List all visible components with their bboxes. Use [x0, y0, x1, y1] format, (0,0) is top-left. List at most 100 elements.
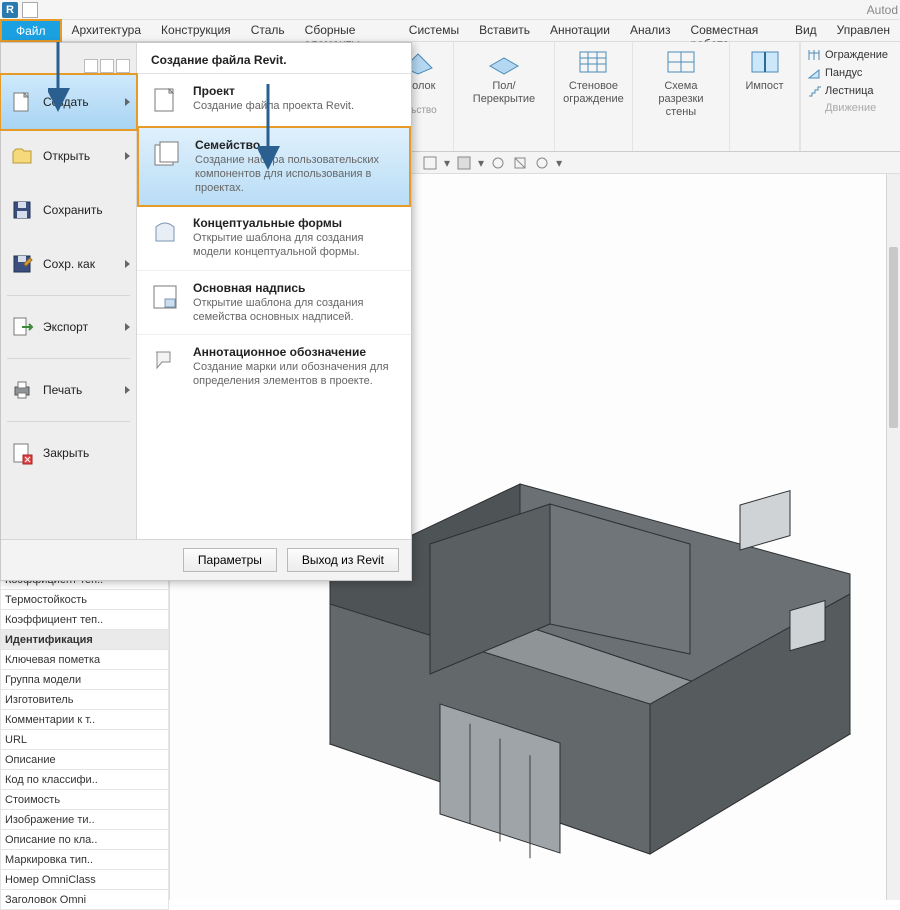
file-menu-left: Создать Открыть Сохранить: [1, 43, 137, 539]
family-icon: [151, 138, 183, 170]
print-icon: [9, 377, 35, 403]
file-save-as-item[interactable]: Сохр. как: [1, 237, 136, 291]
prop-row[interactable]: Стоимость: [1, 790, 169, 810]
dropdown-icon[interactable]: ▾: [478, 156, 484, 170]
qat-btn[interactable]: [100, 59, 114, 73]
prop-row[interactable]: Комментарии к т..: [1, 710, 169, 730]
toolbar-icon[interactable]: [456, 155, 472, 171]
qat-icon[interactable]: [22, 2, 38, 18]
ribbon-curtain-wall-button[interactable]: Стеновоеограждение: [555, 42, 633, 151]
toolbar-icon[interactable]: [512, 155, 528, 171]
file-open-item[interactable]: Открыть: [1, 129, 136, 183]
circulation-list: Ограждение Пандус Лестница Движение: [800, 42, 900, 151]
ramp-icon: [807, 66, 821, 80]
create-project-item[interactable]: Проект Создание файла проекта Revit.: [137, 74, 411, 127]
project-icon: [149, 84, 181, 116]
conceptual-desc: Открытие шаблона для создания модели кон…: [193, 232, 399, 260]
tab-steel[interactable]: Сталь: [241, 20, 295, 41]
project-title: Проект: [193, 84, 354, 98]
tab-precast[interactable]: Сборные элементы: [295, 20, 399, 41]
chevron-right-icon: [125, 260, 130, 268]
prop-row[interactable]: Маркировка тип..: [1, 850, 169, 870]
ribbon-mullion-button[interactable]: Импост: [730, 42, 800, 151]
new-file-icon: [9, 89, 35, 115]
app-title: Autod: [867, 3, 898, 17]
file-save-item[interactable]: Сохранить: [1, 183, 136, 237]
prop-row[interactable]: Номер OmniClass: [1, 870, 169, 890]
create-conceptual-item[interactable]: Концептуальные формы Открытие шаблона дл…: [137, 206, 411, 271]
prop-row[interactable]: Изображение ти..: [1, 810, 169, 830]
file-menu-footer: Параметры Выход из Revit: [1, 539, 411, 580]
exit-button[interactable]: Выход из Revit: [287, 548, 399, 572]
tab-manage[interactable]: Управлен: [827, 20, 900, 41]
ribbon-floor-button[interactable]: Пол/Перекрытие: [454, 42, 555, 151]
annotation-icon: [149, 345, 181, 377]
section-icon: [664, 48, 698, 76]
titleblock-desc: Открытие шаблона для создания семейства …: [193, 297, 399, 325]
stair-item[interactable]: Лестница: [807, 82, 894, 100]
ramp-item[interactable]: Пандус: [807, 64, 894, 82]
file-open-label: Открыть: [43, 149, 90, 163]
prop-row[interactable]: Ключевая пометка: [1, 650, 169, 670]
tab-annotations[interactable]: Аннотации: [540, 20, 620, 41]
family-title: Семейство: [195, 138, 397, 152]
file-close-item[interactable]: Закрыть: [1, 426, 136, 480]
scrollbar-thumb[interactable]: [889, 247, 898, 429]
conceptual-icon: [149, 216, 181, 248]
close-file-icon: [9, 440, 35, 466]
prop-section[interactable]: Идентификация: [1, 630, 169, 650]
create-family-item[interactable]: Семейство Создание набора пользовательск…: [137, 126, 411, 207]
railing-item[interactable]: Ограждение: [807, 46, 894, 64]
toolbar-icon[interactable]: [490, 155, 506, 171]
ribbon-section-grid-button[interactable]: Схема разрезкистены: [633, 42, 730, 151]
titleblock-title: Основная надпись: [193, 281, 399, 295]
create-titleblock-item[interactable]: Основная надпись Открытие шаблона для со…: [137, 271, 411, 336]
dropdown-icon[interactable]: ▾: [444, 156, 450, 170]
chevron-right-icon: [125, 152, 130, 160]
file-menu: Создать Открыть Сохранить: [0, 42, 412, 581]
file-export-item[interactable]: Экспорт: [1, 300, 136, 354]
create-annotation-item[interactable]: Аннотационное обозначение Создание марки…: [137, 335, 411, 399]
anno-title: Аннотационное обозначение: [193, 345, 399, 359]
circulation-caption: Движение: [807, 100, 894, 116]
toolbar-icon[interactable]: [534, 155, 550, 171]
file-create-item[interactable]: Создать: [0, 73, 138, 131]
file-tab[interactable]: Файл: [0, 19, 62, 42]
toolbar-icon[interactable]: [422, 155, 438, 171]
file-export-label: Экспорт: [43, 320, 88, 334]
prop-row[interactable]: Описание: [1, 750, 169, 770]
dropdown-icon[interactable]: ▾: [556, 156, 562, 170]
tab-collab[interactable]: Совместная работа: [680, 20, 784, 41]
prop-row[interactable]: Код по классифи..: [1, 770, 169, 790]
prop-row[interactable]: Изготовитель: [1, 690, 169, 710]
options-button[interactable]: Параметры: [183, 548, 277, 572]
file-save-as-label: Сохр. как: [43, 257, 95, 271]
mullion-icon: [748, 48, 782, 76]
title-bar: R Autod: [0, 0, 900, 20]
mullion-label: Импост: [745, 80, 783, 93]
prop-row[interactable]: Коэффициент теп..: [1, 610, 169, 630]
qat-btn[interactable]: [84, 59, 98, 73]
ribbon-tab-row: Файл Архитектура Конструкция Сталь Сборн…: [0, 20, 900, 42]
tab-analyze[interactable]: Анализ: [620, 20, 681, 41]
prop-row[interactable]: Группа модели: [1, 670, 169, 690]
tab-structure[interactable]: Конструкция: [151, 20, 241, 41]
save-icon: [9, 197, 35, 223]
tab-systems[interactable]: Системы: [399, 20, 469, 41]
vertical-scrollbar[interactable]: [886, 174, 900, 900]
chevron-right-icon: [125, 98, 130, 106]
prop-row[interactable]: Описание по кла..: [1, 830, 169, 850]
chevron-right-icon: [125, 386, 130, 394]
conceptual-title: Концептуальные формы: [193, 216, 399, 230]
wall-label: Стеновоеограждение: [563, 80, 624, 106]
section-label: Схема разрезкистены: [643, 80, 719, 120]
file-print-item[interactable]: Печать: [1, 363, 136, 417]
tab-architecture[interactable]: Архитектура: [62, 20, 152, 41]
prop-row[interactable]: Термостойкость: [1, 590, 169, 610]
file-create-label: Создать: [43, 95, 89, 109]
chevron-right-icon: [125, 323, 130, 331]
tab-view[interactable]: Вид: [785, 20, 827, 41]
tab-insert[interactable]: Вставить: [469, 20, 540, 41]
qat-btn[interactable]: [116, 59, 130, 73]
prop-row[interactable]: URL: [1, 730, 169, 750]
